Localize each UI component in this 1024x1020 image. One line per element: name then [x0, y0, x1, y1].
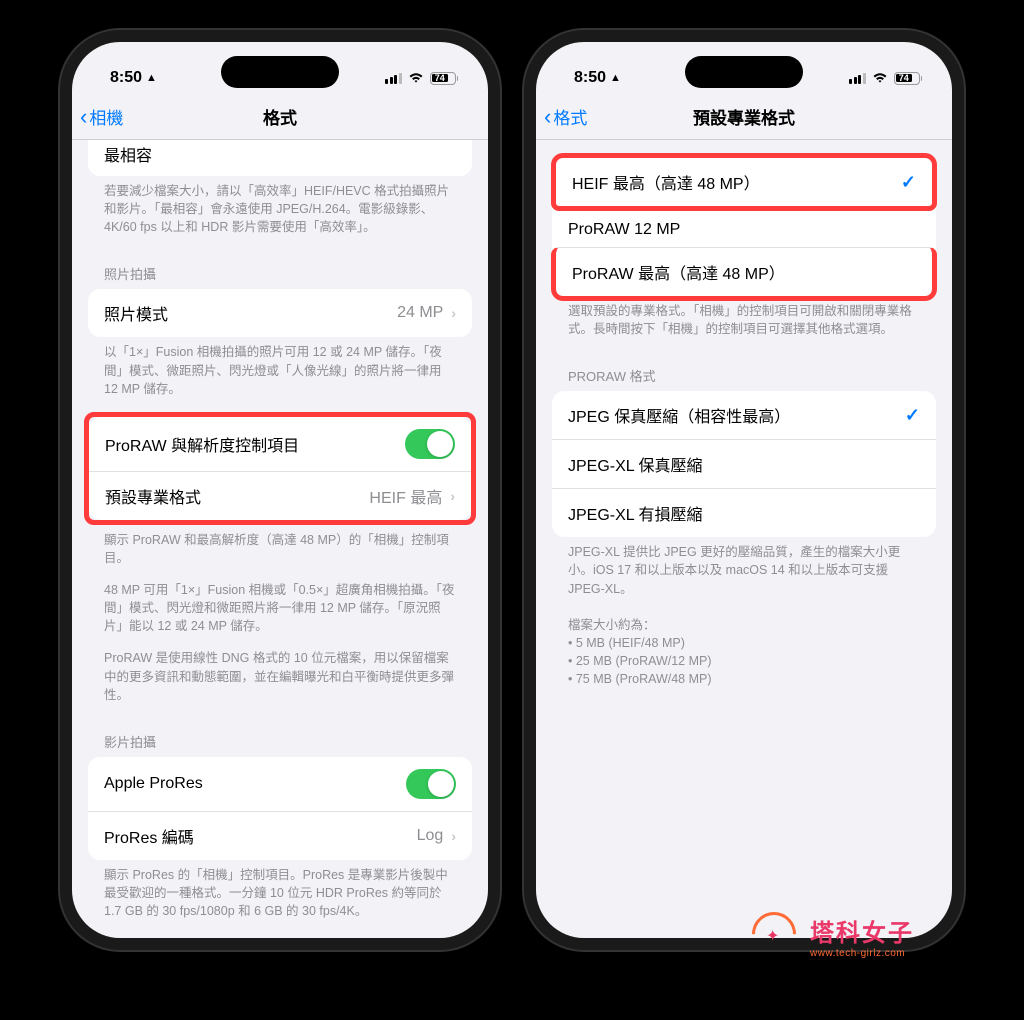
watermark: ✦ 塔科女子 www.tech-girlz.com	[752, 912, 914, 960]
battery-icon: 74	[894, 72, 923, 85]
back-label: 相機	[89, 104, 123, 129]
row-jpegxl-lossy[interactable]: JPEG-XL 有損壓縮	[552, 488, 936, 537]
status-time: 8:50	[574, 69, 606, 87]
header-video: 影片拍攝	[72, 718, 488, 757]
footer-compat: 若要減少檔案大小，請以「高效率」HEIF/HEVC 格式拍攝照片和影片。「最相容…	[72, 176, 488, 250]
row-prores[interactable]: Apple ProRes	[88, 757, 472, 811]
row-label: ProRAW 與解析度控制項目	[105, 432, 299, 456]
row-most-compatible[interactable]: 最相容	[88, 140, 472, 176]
footer-prores-1: 顯示 ProRes 的「相機」控制項目。ProRes 是專業影片後製中最受歡迎的…	[72, 860, 488, 934]
section-video: Apple ProRes ProRes 編碼 Log ›	[88, 757, 472, 860]
toggle-prores[interactable]	[406, 769, 456, 799]
row-label: HEIF 最高（高達 48 MP）	[572, 170, 760, 194]
row-photo-mode[interactable]: 照片模式 24 MP ›	[88, 289, 472, 337]
row-heif-max[interactable]: HEIF 最高（高達 48 MP） ✓	[551, 153, 937, 211]
chevron-left-icon: ‹	[80, 104, 87, 130]
row-label: JPEG 保真壓縮（相容性最高）	[568, 403, 790, 427]
section-jpeg-options: JPEG 保真壓縮（相容性最高） ✓ JPEG-XL 保真壓縮 JPEG-XL …	[552, 391, 936, 537]
cellular-icon	[385, 73, 402, 84]
row-value: 24 MP	[397, 304, 443, 322]
footer-format: 選取預設的專業格式。「相機」的控制項目可開啟和關閉專業格式。長時間按下「相機」的…	[536, 296, 952, 352]
page-title: 預設專業格式	[548, 104, 940, 129]
screen-right: 8:50 ▲ 74 ‹ 格式 預設專業格式	[536, 42, 952, 938]
chevron-right-icon: ›	[450, 488, 455, 504]
row-proraw-12[interactable]: ProRAW 12 MP	[552, 206, 936, 252]
status-time: 8:50	[110, 69, 142, 87]
row-proraw-toggle[interactable]: ProRAW 與解析度控制項目	[89, 417, 471, 471]
row-label: ProRAW 12 MP	[568, 221, 680, 239]
sizes-block: 檔案大小約為： • 5 MB (HEIF/48 MP) • 25 MB (Pro…	[536, 612, 952, 703]
size-2: • 25 MB (ProRAW/12 MP)	[568, 652, 920, 670]
battery-level: 74	[896, 74, 912, 82]
chevron-right-icon: ›	[451, 305, 456, 321]
phone-right: 8:50 ▲ 74 ‹ 格式 預設專業格式	[524, 30, 964, 950]
toggle-proraw[interactable]	[405, 429, 455, 459]
sizes-header: 檔案大小約為：	[568, 616, 920, 634]
row-label: ProRAW 最高（高達 48 MP）	[572, 260, 785, 284]
header-proraw-format: PRORAW 格式	[536, 352, 952, 391]
content-left[interactable]: 最相容 若要減少檔案大小，請以「高效率」HEIF/HEVC 格式拍攝照片和影片。…	[72, 140, 488, 934]
row-label: ProRes 編碼	[104, 824, 194, 848]
row-label: Apple ProRes	[104, 775, 203, 793]
battery-level: 74	[432, 74, 448, 82]
watermark-icon: ✦	[752, 912, 800, 960]
size-1: • 5 MB (HEIF/48 MP)	[568, 634, 920, 652]
row-value: Log	[417, 827, 444, 845]
screen-left: 8:50 ▲ 74 ‹ 相機 格式 最相容 若要減少	[72, 42, 488, 938]
back-button[interactable]: ‹ 相機	[80, 104, 123, 130]
header-photo: 照片拍攝	[72, 250, 488, 289]
checkmark-icon: ✓	[901, 172, 916, 193]
row-proraw-max[interactable]: ProRAW 最高（高達 48 MP）	[551, 247, 937, 301]
row-label: JPEG-XL 保真壓縮	[568, 452, 703, 476]
dynamic-island	[685, 56, 803, 88]
size-3: • 75 MB (ProRAW/48 MP)	[568, 670, 920, 688]
phone-left: 8:50 ▲ 74 ‹ 相機 格式 最相容 若要減少	[60, 30, 500, 950]
user-icon: ▲	[146, 72, 157, 84]
back-button[interactable]: ‹ 格式	[544, 104, 587, 130]
row-default-format[interactable]: 預設專業格式 HEIF 最高 ›	[89, 471, 471, 520]
chevron-left-icon: ‹	[544, 104, 551, 130]
footer-proraw-2: 48 MP 可用「1×」Fusion 相機或「0.5×」超廣角相機拍攝。「夜間」…	[72, 581, 488, 649]
footer-proraw-3: ProRAW 是使用線性 DNG 格式的 10 位元檔案，用以保留檔案中的更多資…	[72, 649, 488, 717]
footer-jpegxl: JPEG-XL 提供比 JPEG 更好的壓縮品質，產生的檔案大小更小。iOS 1…	[536, 537, 952, 611]
watermark-sub: www.tech-girlz.com	[810, 948, 914, 959]
footer-prwraw-1: 顯示 ProRAW 和最高解析度（高達 48 MP）的「相機」控制項目。	[72, 525, 488, 581]
back-label: 格式	[553, 104, 587, 129]
footer-photo: 以「1×」Fusion 相機拍攝的照片可用 12 或 24 MP 儲存。「夜間」…	[72, 337, 488, 411]
checkmark-icon: ✓	[905, 405, 920, 426]
user-icon: ▲	[610, 72, 621, 84]
row-label: JPEG-XL 有損壓縮	[568, 501, 703, 525]
row-value: HEIF 最高	[369, 484, 442, 508]
watermark-title: 塔科女子	[810, 913, 914, 948]
row-jpegxl-lossless[interactable]: JPEG-XL 保真壓縮	[552, 439, 936, 488]
cellular-icon	[849, 73, 866, 84]
section-format-options: HEIF 最高（高達 48 MP） ✓ ProRAW 12 MP ProRAW …	[552, 153, 936, 301]
row-jpeg-lossless[interactable]: JPEG 保真壓縮（相容性最高） ✓	[552, 391, 936, 439]
section-proraw: ProRAW 與解析度控制項目 預設專業格式 HEIF 最高 ›	[89, 417, 471, 520]
section-photo-mode: 照片模式 24 MP ›	[88, 289, 472, 337]
nav-bar: ‹ 相機 格式	[72, 96, 488, 140]
row-label: 照片模式	[104, 301, 168, 325]
wifi-icon	[872, 72, 888, 84]
wifi-icon	[408, 72, 424, 84]
highlight-proraw: ProRAW 與解析度控制項目 預設專業格式 HEIF 最高 ›	[84, 412, 476, 525]
content-right[interactable]: HEIF 最高（高達 48 MP） ✓ ProRAW 12 MP ProRAW …	[536, 140, 952, 934]
battery-icon: 74	[430, 72, 459, 85]
page-title: 格式	[84, 104, 476, 129]
row-prores-encoding[interactable]: ProRes 編碼 Log ›	[88, 811, 472, 860]
dynamic-island	[221, 56, 339, 88]
chevron-right-icon: ›	[451, 828, 456, 844]
row-label: 預設專業格式	[105, 484, 201, 508]
nav-bar: ‹ 格式 預設專業格式	[536, 96, 952, 140]
